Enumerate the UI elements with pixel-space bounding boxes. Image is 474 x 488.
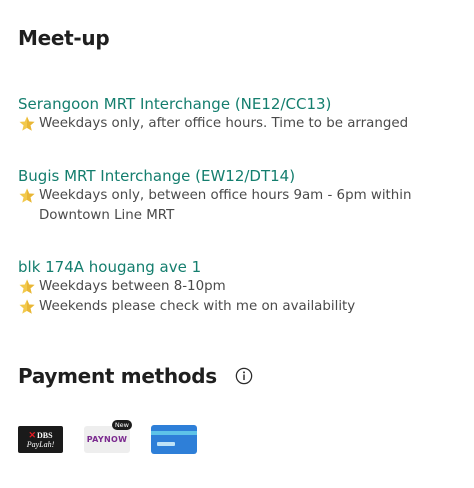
location-note-text: Weekdays only, after office hours. Time … — [39, 116, 409, 131]
payment-title: Payment methods — [18, 364, 217, 388]
location-name-link[interactable]: Bugis MRT Interchange (EW12/DT14) — [18, 166, 458, 186]
dbs-logo-text: DBS — [36, 430, 53, 440]
location-note-text: Weekdays between 8-10pm — [39, 279, 226, 294]
payment-methods-list: ✕ DBS PayLah! PAY NOW New — [18, 420, 197, 454]
meetup-location: blk 174A hougang ave 1 Weekdays between … — [18, 257, 458, 317]
dbs-paylah-logo: ✕ DBS PayLah! — [18, 426, 63, 453]
card-stripe — [151, 431, 197, 435]
listing-details: Meet-up Serangoon MRT Interchange (NE12/… — [0, 0, 474, 488]
location-note: Weekdays between 8-10pm — [18, 277, 458, 297]
location-note-text: Weekdays only, between office hours 9am … — [39, 188, 412, 223]
paylah-logo-text: PayLah! — [26, 439, 55, 449]
new-badge: New — [111, 420, 132, 430]
location-note: Weekends please check with me on availab… — [18, 297, 458, 317]
star-icon — [18, 115, 36, 133]
paynow-logo-now: NOW — [104, 435, 128, 444]
payment-header: Payment methods — [18, 364, 253, 388]
paynow-logo: PAY NOW — [84, 426, 130, 453]
card-chip — [157, 442, 175, 446]
credit-card-icon — [151, 425, 197, 454]
location-note: Weekdays only, after office hours. Time … — [18, 114, 458, 134]
location-name-link[interactable]: Serangoon MRT Interchange (NE12/CC13) — [18, 94, 458, 114]
star-icon — [18, 278, 36, 296]
star-icon — [18, 298, 36, 316]
location-name-link[interactable]: blk 174A hougang ave 1 — [18, 257, 458, 277]
location-note-text: Weekends please check with me on availab… — [39, 299, 356, 314]
dbs-x-icon: ✕ — [28, 429, 36, 440]
paynow-method: PAY NOW New — [84, 420, 132, 453]
meetup-location: Serangoon MRT Interchange (NE12/CC13) We… — [18, 94, 458, 134]
star-icon — [18, 187, 36, 205]
meetup-title: Meet-up — [18, 26, 110, 50]
location-note: Weekdays only, between office hours 9am … — [18, 186, 458, 226]
paynow-logo-pay: PAY — [86, 435, 104, 444]
info-icon[interactable] — [235, 367, 253, 385]
meetup-location: Bugis MRT Interchange (EW12/DT14) Weekda… — [18, 166, 458, 226]
